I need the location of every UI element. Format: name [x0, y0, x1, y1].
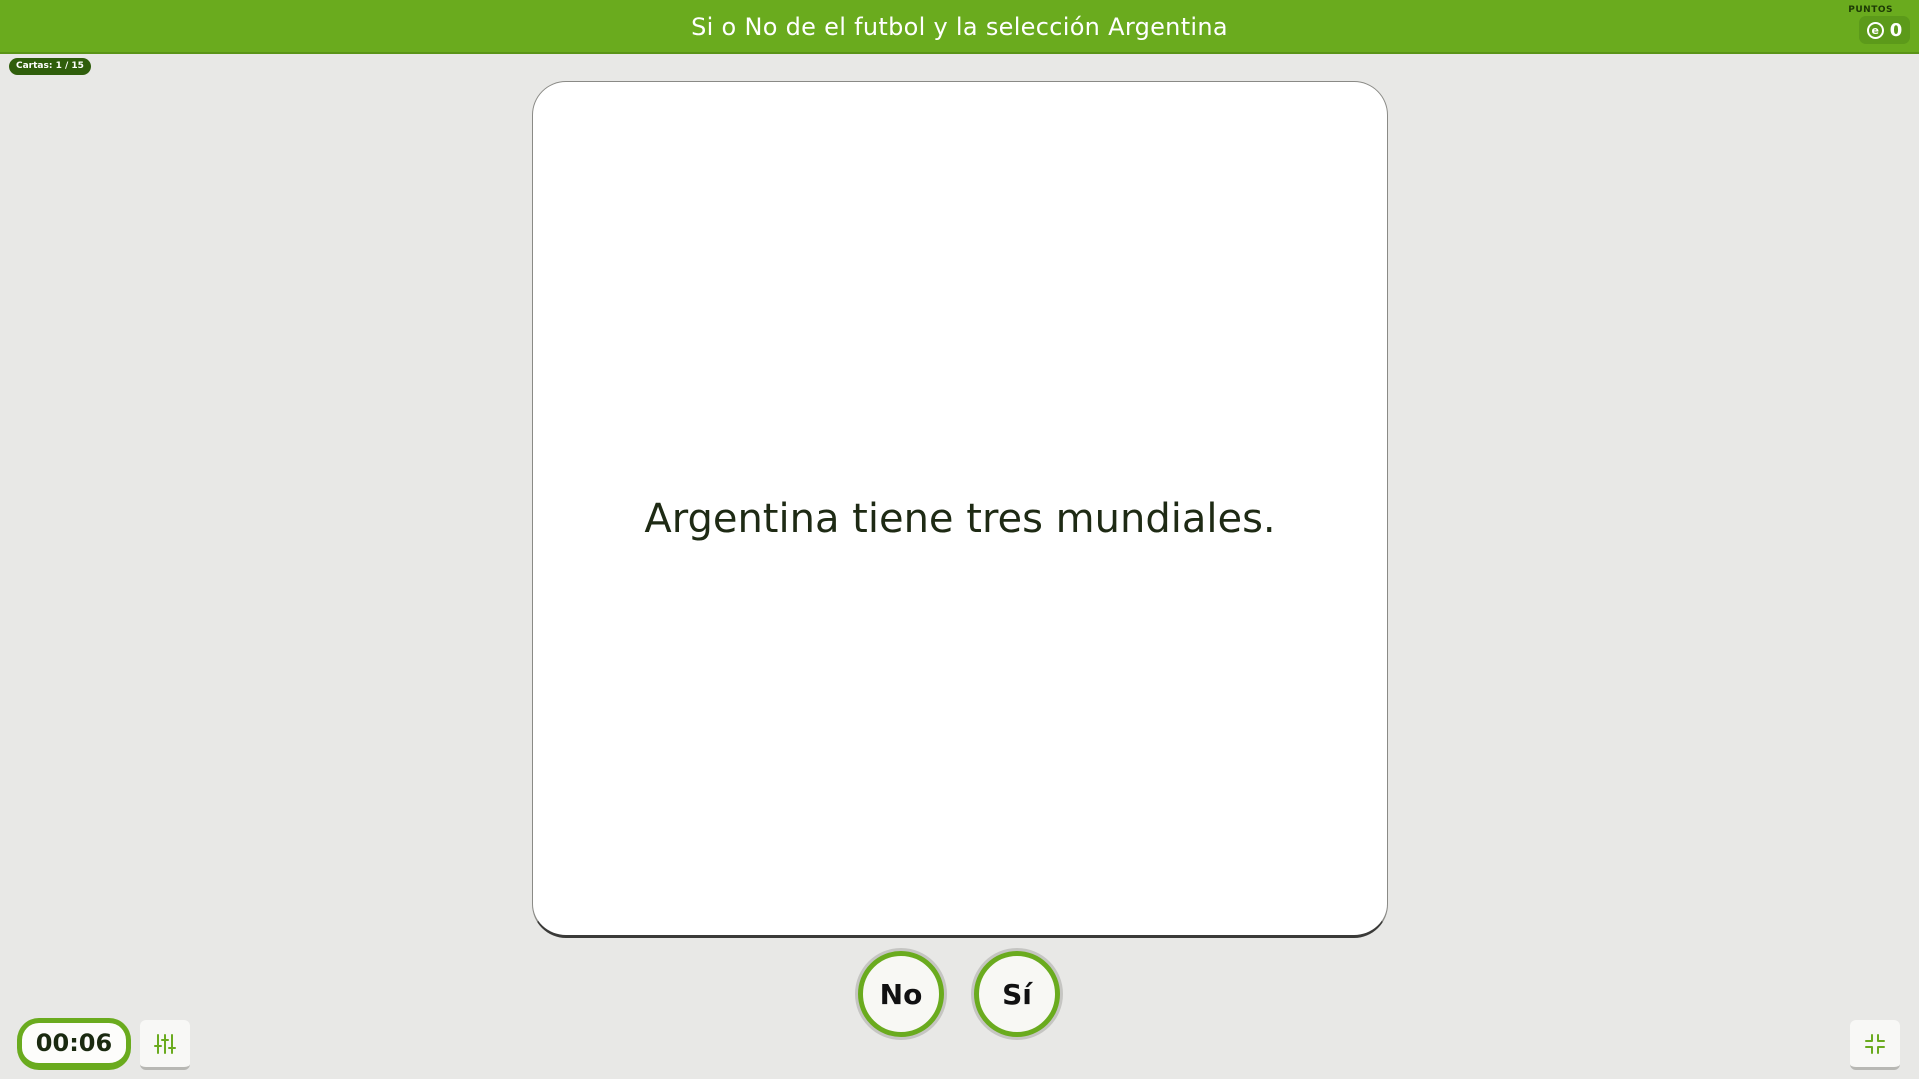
yes-button[interactable]: Sí	[971, 948, 1063, 1040]
score-badge: e 0	[1859, 16, 1910, 44]
exit-fullscreen-icon	[1865, 1033, 1885, 1054]
top-bar: Si o No de el futbol y la selección Arge…	[0, 0, 1919, 54]
score-label: PUNTOS	[1848, 5, 1893, 15]
settings-button[interactable]	[140, 1020, 190, 1070]
sliders-icon	[154, 1033, 176, 1054]
score-value: 0	[1889, 19, 1903, 41]
card-question-text: Argentina tiene tres mundiales.	[644, 495, 1276, 542]
activity-title: Si o No de el futbol y la selección Arge…	[691, 13, 1228, 41]
no-button-label: No	[858, 951, 944, 1037]
yes-button-label: Sí	[974, 951, 1060, 1037]
question-card: Argentina tiene tres mundiales.	[532, 81, 1388, 938]
card-counter: Cartas: 1 / 15	[9, 58, 91, 75]
timer: 00:06	[17, 1018, 131, 1070]
fullscreen-button[interactable]	[1850, 1020, 1900, 1070]
coin-icon: e	[1866, 21, 1884, 39]
no-button[interactable]: No	[855, 948, 947, 1040]
